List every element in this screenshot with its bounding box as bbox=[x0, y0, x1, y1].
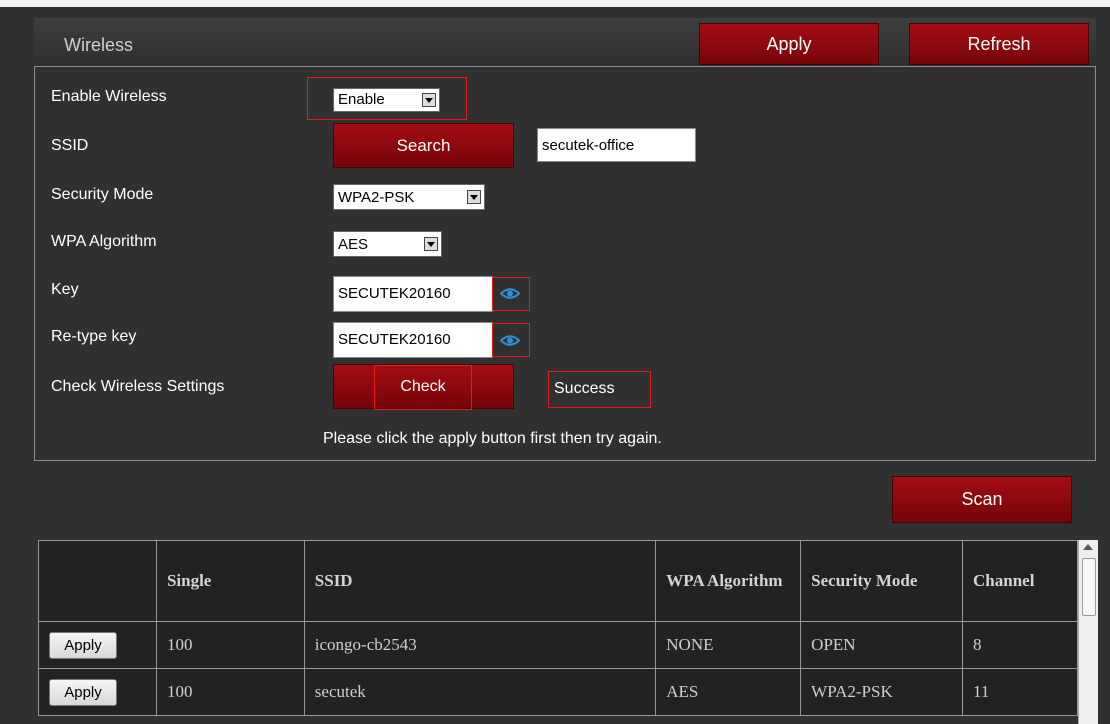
ssid-cell: secutek bbox=[303, 668, 657, 716]
eye-icon[interactable] bbox=[500, 334, 520, 347]
enable-wireless-label: Enable Wireless bbox=[51, 88, 167, 105]
channel-cell: 8 bbox=[962, 621, 1078, 669]
enable-wireless-value: Enable bbox=[338, 91, 385, 108]
wpa-cell: AES bbox=[655, 668, 802, 716]
wpa-algorithm-label: WPA Algorithm bbox=[51, 233, 157, 250]
column-header-wpa-algorithm: WPA Algorithm bbox=[655, 540, 802, 622]
check-status: Success bbox=[554, 380, 615, 397]
key-input[interactable]: SECUTEK20160 bbox=[333, 276, 493, 312]
column-header-channel: Channel bbox=[962, 540, 1078, 622]
table-header-row: Single SSID WPA Algorithm Security Mode … bbox=[38, 540, 1078, 622]
security-mode-select[interactable]: WPA2-PSK bbox=[333, 184, 485, 210]
channel-cell: 11 bbox=[962, 668, 1078, 716]
apply-button[interactable]: Apply bbox=[699, 23, 879, 65]
search-button[interactable]: Search bbox=[333, 123, 514, 168]
row-apply-button[interactable]: Apply bbox=[49, 678, 117, 706]
column-header-single: Single bbox=[155, 540, 305, 622]
table-scrollbar[interactable] bbox=[1078, 540, 1098, 724]
key-label: Key bbox=[51, 281, 79, 298]
security-cell: WPA2-PSK bbox=[800, 668, 964, 716]
scan-results-table: Single SSID WPA Algorithm Security Mode … bbox=[38, 540, 1078, 716]
eye-icon[interactable] bbox=[500, 287, 520, 300]
scroll-up-icon[interactable] bbox=[1083, 544, 1093, 550]
table-row: Apply 100 secutek AES WPA2-PSK 11 bbox=[38, 668, 1078, 716]
chevron-down-icon bbox=[467, 190, 481, 204]
security-mode-value: WPA2-PSK bbox=[338, 189, 415, 206]
row-action-cell: Apply bbox=[38, 668, 157, 716]
column-header-ssid: SSID bbox=[303, 540, 657, 622]
refresh-button[interactable]: Refresh bbox=[909, 23, 1089, 65]
security-cell: OPEN bbox=[800, 621, 964, 669]
single-cell: 100 bbox=[155, 668, 305, 716]
row-action-cell: Apply bbox=[38, 621, 157, 669]
chevron-down-icon bbox=[424, 237, 438, 251]
column-header-security-mode: Security Mode bbox=[800, 540, 964, 622]
wpa-algorithm-value: AES bbox=[338, 236, 369, 253]
retype-key-input[interactable]: SECUTEK20160 bbox=[333, 322, 493, 358]
ssid-cell: icongo-cb2543 bbox=[303, 621, 657, 669]
scan-button[interactable]: Scan bbox=[892, 476, 1072, 523]
page-title: Wireless bbox=[64, 35, 134, 55]
row-apply-button[interactable]: Apply bbox=[49, 631, 117, 659]
scroll-thumb[interactable] bbox=[1082, 558, 1096, 616]
retype-key-label: Re-type key bbox=[51, 328, 137, 345]
security-mode-label: Security Mode bbox=[51, 186, 154, 203]
chevron-down-icon bbox=[422, 93, 436, 107]
top-border bbox=[0, 0, 1110, 7]
single-cell: 100 bbox=[155, 621, 305, 669]
column-header-action bbox=[38, 540, 157, 622]
ssid-input[interactable]: secutek-office bbox=[537, 128, 696, 162]
wpa-algorithm-select[interactable]: AES bbox=[333, 231, 442, 257]
wpa-cell: NONE bbox=[655, 621, 802, 669]
check-button[interactable]: Check bbox=[374, 378, 472, 396]
ssid-label: SSID bbox=[51, 137, 89, 154]
enable-wireless-select[interactable]: Enable bbox=[333, 88, 440, 112]
notice-text: Please click the apply button first then… bbox=[323, 430, 662, 447]
check-wireless-settings-label: Check Wireless Settings bbox=[51, 378, 225, 395]
table-row: Apply 100 icongo-cb2543 NONE OPEN 8 bbox=[38, 621, 1078, 669]
